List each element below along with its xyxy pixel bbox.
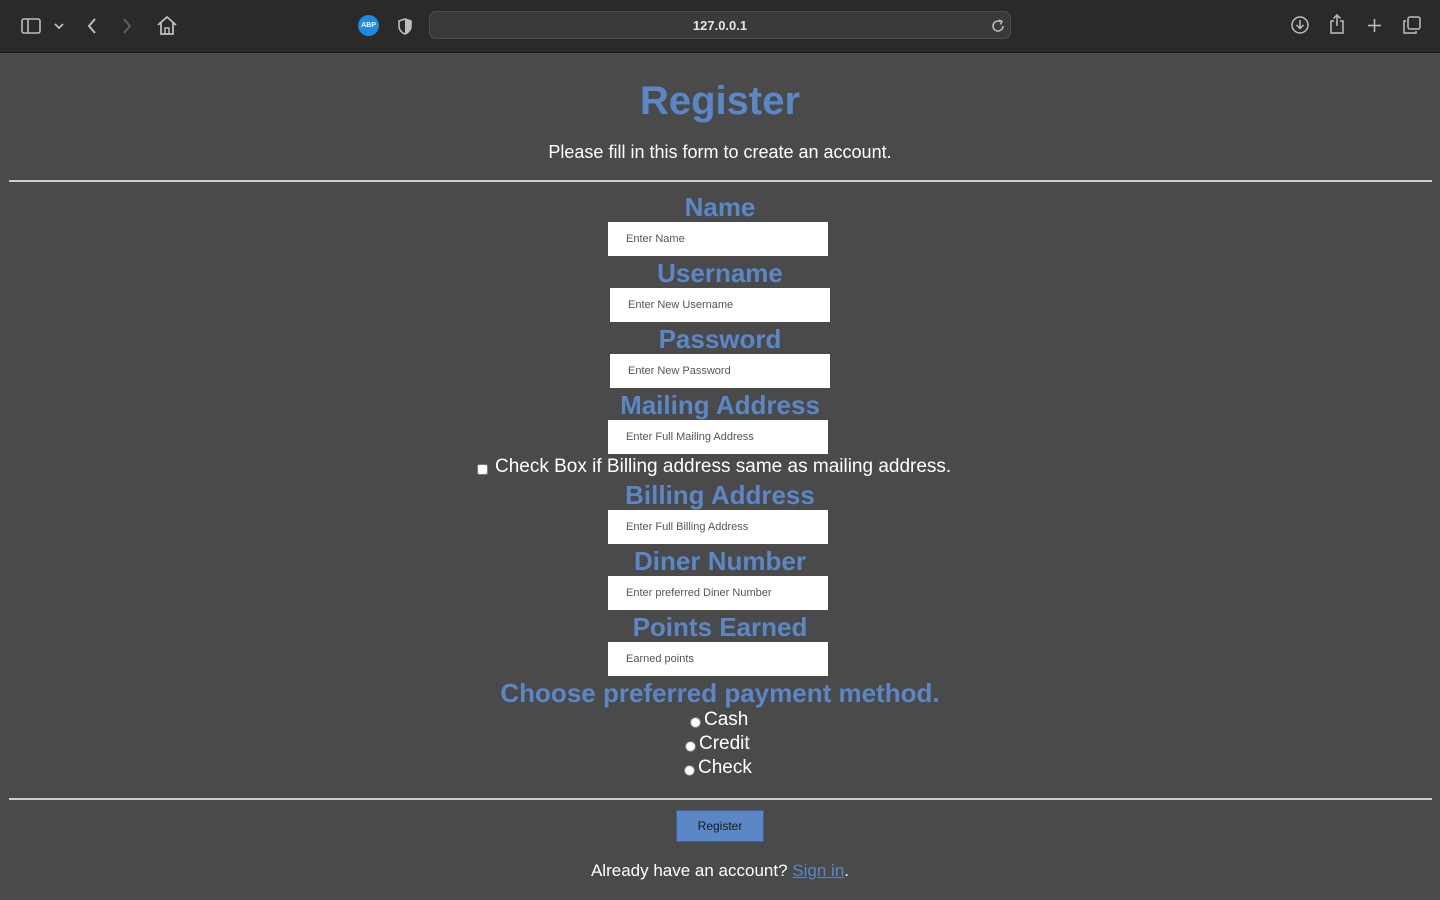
same-address-row: Check Box if Billing address same as mai… — [477, 455, 951, 479]
signin-period: . — [844, 861, 850, 880]
billing-address-label: Billing Address — [625, 480, 815, 510]
cash-label: Cash — [704, 709, 749, 730]
check-label: Check — [698, 757, 752, 778]
mailing-address-label: Mailing Address — [620, 390, 820, 420]
home-icon[interactable] — [156, 14, 178, 36]
adblock-icon[interactable]: ABP — [358, 15, 379, 36]
check-radio[interactable] — [684, 764, 695, 776]
mailing-address-input[interactable] — [608, 420, 828, 454]
address-bar[interactable]: 127.0.0.1 — [429, 11, 1011, 39]
payment-option-credit[interactable]: Credit — [685, 732, 750, 756]
name-label: Name — [684, 192, 756, 222]
same-address-label: Check Box if Billing address same as mai… — [495, 456, 952, 477]
cash-radio[interactable] — [690, 716, 701, 728]
password-label: Password — [658, 324, 782, 354]
reload-icon[interactable] — [990, 18, 1006, 34]
diner-number-input[interactable] — [608, 576, 828, 610]
points-earned-input[interactable] — [608, 642, 828, 676]
username-input[interactable] — [610, 288, 830, 322]
diner-number-label: Diner Number — [634, 546, 806, 576]
page-subtitle: Please fill in this form to create an ac… — [548, 142, 892, 162]
tab-overview-icon[interactable] — [1402, 15, 1422, 35]
register-page: Register Please fill in this form to cre… — [0, 53, 1440, 900]
forward-icon[interactable] — [119, 15, 135, 37]
password-input[interactable] — [610, 354, 830, 388]
credit-radio[interactable] — [685, 740, 696, 752]
payment-method-label: Choose preferred payment method. — [500, 678, 940, 708]
share-icon[interactable] — [1328, 13, 1346, 35]
url-text: 127.0.0.1 — [692, 18, 748, 33]
chevron-down-icon[interactable] — [53, 19, 65, 33]
signin-line: Already have an account? Sign in. — [0, 861, 1440, 881]
back-icon[interactable] — [84, 15, 100, 37]
page-title: Register — [639, 79, 801, 123]
signin-link[interactable]: Sign in — [792, 861, 844, 880]
register-button[interactable]: Register — [676, 810, 764, 842]
payment-option-cash[interactable]: Cash — [690, 708, 748, 732]
bottom-divider — [9, 798, 1432, 800]
browser-toolbar: ABP 127.0.0.1 — [0, 0, 1440, 53]
top-divider — [9, 180, 1432, 182]
payment-option-check[interactable]: Check — [684, 756, 752, 780]
credit-label: Credit — [699, 733, 750, 754]
points-earned-label: Points Earned — [632, 612, 808, 642]
signin-prompt: Already have an account? — [590, 861, 788, 880]
billing-address-input[interactable] — [608, 510, 828, 544]
download-icon[interactable] — [1290, 15, 1310, 35]
new-tab-icon[interactable] — [1365, 16, 1383, 34]
shield-icon[interactable] — [397, 16, 413, 36]
sidebar-icon[interactable] — [20, 16, 42, 36]
username-label: Username — [657, 258, 783, 288]
same-address-checkbox[interactable] — [477, 463, 488, 475]
name-input[interactable] — [608, 222, 828, 256]
